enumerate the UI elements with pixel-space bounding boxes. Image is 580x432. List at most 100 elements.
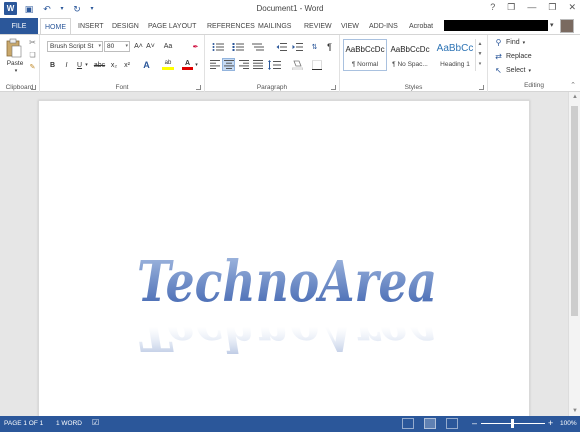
font-color-dropdown-icon[interactable]: ▾ bbox=[194, 61, 199, 69]
zoom-level[interactable]: 100% bbox=[560, 420, 577, 427]
style-no-spacing[interactable]: AaBbCcDc ¶ No Spac... bbox=[388, 39, 432, 71]
proofing-icon[interactable]: ☑ bbox=[92, 418, 99, 427]
window-controls: ? ❐ — ❐ ✕ bbox=[490, 2, 576, 13]
font-size-dropdown-icon[interactable]: ▾ bbox=[125, 42, 128, 51]
paste-icon[interactable] bbox=[5, 38, 23, 58]
wordart-container[interactable]: TechnoArea TechnoArea bbox=[39, 101, 529, 416]
styles-group-label: Styles bbox=[404, 84, 423, 91]
zoom-out-button[interactable]: – bbox=[472, 418, 477, 428]
underline-dropdown-icon[interactable]: ▾ bbox=[84, 60, 89, 70]
styles-launcher-icon[interactable] bbox=[479, 85, 484, 90]
account-name-redacted[interactable] bbox=[444, 20, 548, 31]
bold-button[interactable]: B bbox=[48, 60, 57, 70]
style-normal[interactable]: AaBbCcDc ¶ Normal bbox=[343, 39, 387, 71]
line-spacing-icon[interactable] bbox=[267, 59, 281, 70]
scroll-thumb[interactable] bbox=[571, 106, 578, 316]
select-dropdown-icon[interactable]: ▾ bbox=[528, 68, 531, 74]
styles-scroll-down-icon[interactable]: ▼ bbox=[476, 49, 484, 59]
minimize-icon[interactable]: — bbox=[527, 2, 536, 13]
tab-design[interactable]: DESIGN bbox=[112, 18, 139, 34]
vertical-scrollbar[interactable]: ▲ ▼ bbox=[568, 92, 580, 416]
replace-button[interactable]: ⇄ Replace bbox=[494, 52, 532, 61]
find-dropdown-icon[interactable]: ▾ bbox=[523, 40, 526, 46]
grow-font-button[interactable]: A˄ bbox=[133, 41, 144, 52]
highlight-button[interactable]: ab bbox=[162, 59, 174, 70]
font-launcher-icon[interactable] bbox=[196, 85, 201, 90]
read-mode-icon[interactable] bbox=[402, 418, 414, 429]
bullets-icon[interactable] bbox=[211, 41, 225, 52]
styles-more-icon[interactable]: ▾ bbox=[476, 59, 484, 69]
help-icon[interactable]: ? bbox=[490, 2, 495, 13]
tab-page-layout[interactable]: PAGE LAYOUT bbox=[148, 18, 196, 34]
text-effects-button[interactable]: A bbox=[141, 59, 152, 70]
clipboard-launcher-icon[interactable] bbox=[31, 85, 36, 90]
restore-icon[interactable]: ❐ bbox=[548, 2, 556, 13]
format-painter-icon[interactable]: ✎ bbox=[28, 62, 37, 71]
print-layout-icon[interactable] bbox=[424, 418, 436, 429]
paste-button[interactable]: Paste bbox=[3, 59, 27, 68]
show-marks-icon[interactable]: ¶ bbox=[325, 41, 334, 52]
decrease-indent-icon[interactable] bbox=[275, 41, 287, 52]
ribbon-tabs: FILE HOME INSERT DESIGN PAGE LAYOUT REFE… bbox=[0, 18, 580, 35]
tab-add-ins[interactable]: ADD-INS bbox=[369, 18, 398, 34]
justify-icon[interactable] bbox=[252, 59, 264, 70]
tab-home[interactable]: HOME bbox=[40, 18, 71, 35]
style-heading-1-sample: AaBbCc bbox=[436, 43, 474, 54]
select-button[interactable]: ↖ Select ▾ bbox=[494, 66, 531, 75]
shrink-font-button[interactable]: A˅ bbox=[145, 41, 156, 52]
ribbon-display-options-icon[interactable]: ❐ bbox=[507, 2, 515, 13]
align-center-icon[interactable] bbox=[222, 58, 235, 71]
zoom-slider-thumb[interactable] bbox=[511, 419, 514, 428]
avatar[interactable] bbox=[560, 19, 574, 33]
tab-review[interactable]: REVIEW bbox=[304, 18, 332, 34]
italic-button[interactable]: I bbox=[62, 60, 71, 70]
style-heading-1[interactable]: AaBbCc Heading 1 bbox=[433, 39, 477, 71]
font-size-select[interactable]: 80 ▾ bbox=[104, 41, 130, 52]
numbering-icon[interactable] bbox=[231, 41, 245, 52]
change-case-button[interactable]: Aa bbox=[161, 41, 175, 52]
align-right-icon[interactable] bbox=[238, 59, 250, 70]
font-color-button[interactable]: A bbox=[182, 59, 193, 70]
web-layout-icon[interactable] bbox=[446, 418, 458, 429]
increase-indent-icon[interactable] bbox=[291, 41, 303, 52]
shading-icon[interactable] bbox=[291, 59, 303, 70]
clear-formatting-icon[interactable]: ✒ bbox=[190, 41, 201, 52]
tab-view[interactable]: VIEW bbox=[341, 18, 359, 34]
paste-dropdown-icon[interactable]: ▾ bbox=[13, 68, 19, 74]
title-bar: W ▣ ↶ ▾ ↻ ▾ Document1 - Word ? ❐ — ❐ ✕ bbox=[0, 0, 580, 18]
scroll-down-icon[interactable]: ▼ bbox=[572, 408, 578, 414]
superscript-button[interactable]: x² bbox=[122, 60, 132, 70]
style-no-spacing-sample: AaBbCcDc bbox=[390, 45, 430, 54]
collapse-ribbon-icon[interactable]: ⌃ bbox=[570, 81, 576, 89]
scroll-up-icon[interactable]: ▲ bbox=[572, 94, 578, 100]
copy-icon[interactable]: ❏ bbox=[28, 50, 37, 59]
subscript-button[interactable]: x₂ bbox=[109, 60, 119, 70]
clipboard-group: Paste ▾ ✂ ❏ ✎ Clipboard bbox=[0, 35, 40, 93]
multilevel-list-icon[interactable] bbox=[251, 41, 265, 52]
strikethrough-button[interactable]: abc bbox=[93, 60, 106, 70]
styles-scroll-up-icon[interactable]: ▲ bbox=[476, 39, 484, 49]
align-left-icon[interactable] bbox=[209, 59, 221, 70]
zoom-in-button[interactable]: + bbox=[548, 418, 553, 428]
tab-insert[interactable]: INSERT bbox=[78, 18, 104, 34]
page-count[interactable]: PAGE 1 OF 1 bbox=[4, 420, 43, 427]
find-button[interactable]: ⚲ Find ▾ bbox=[494, 38, 526, 47]
ribbon: Paste ▾ ✂ ❏ ✎ Clipboard Brush Script St ▾… bbox=[0, 34, 580, 93]
tab-acrobat[interactable]: Acrobat bbox=[409, 18, 433, 34]
word-count[interactable]: 1 WORD bbox=[56, 420, 82, 427]
paragraph-launcher-icon[interactable] bbox=[331, 85, 336, 90]
underline-button[interactable]: U bbox=[75, 60, 84, 70]
tab-references[interactable]: REFERENCES bbox=[207, 18, 255, 34]
tab-mailings[interactable]: MAILINGS bbox=[258, 18, 291, 34]
tab-file[interactable]: FILE bbox=[0, 18, 38, 34]
sort-icon[interactable]: ⇅ bbox=[309, 41, 320, 52]
account-dropdown-icon[interactable]: ▾ bbox=[550, 21, 554, 29]
cut-icon[interactable]: ✂ bbox=[28, 38, 37, 47]
borders-icon[interactable] bbox=[311, 59, 323, 70]
document-page[interactable]: TechnoArea TechnoArea bbox=[38, 100, 530, 416]
replace-icon: ⇄ bbox=[495, 52, 502, 61]
font-name-select[interactable]: Brush Script St ▾ bbox=[47, 41, 103, 52]
close-icon[interactable]: ✕ bbox=[568, 2, 576, 13]
font-name-dropdown-icon[interactable]: ▾ bbox=[98, 42, 101, 51]
replace-label: Replace bbox=[506, 53, 532, 60]
